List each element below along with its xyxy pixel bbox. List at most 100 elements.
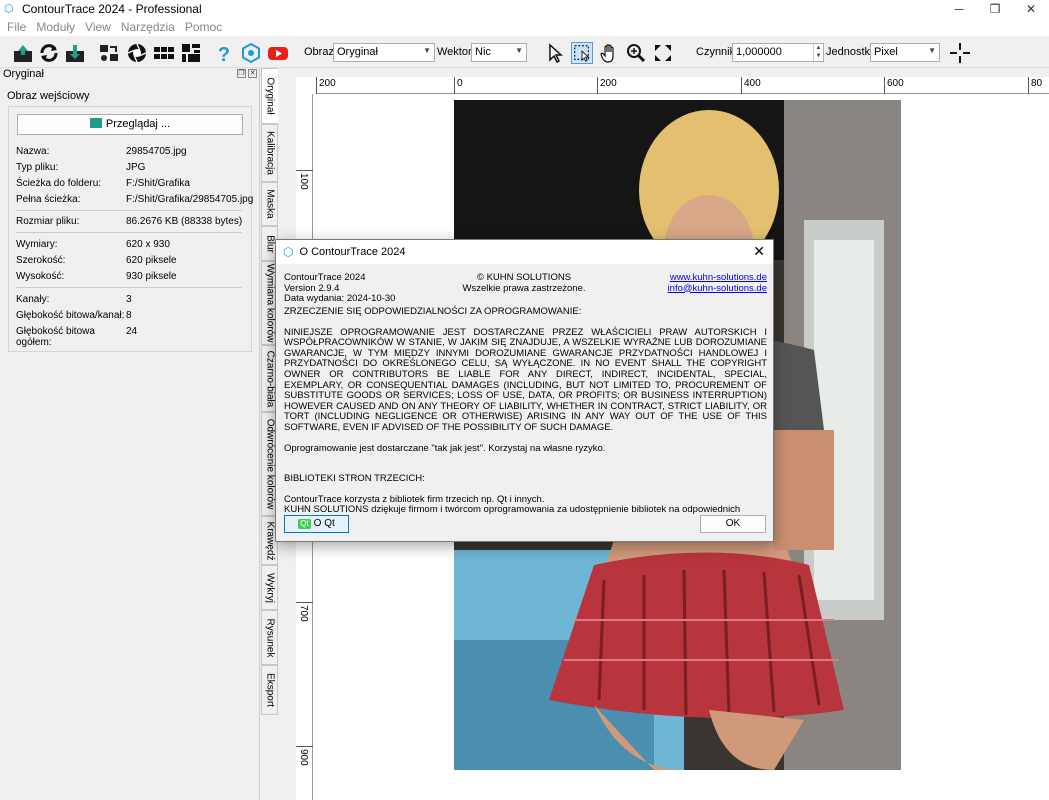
ruler-label: 200 (597, 77, 617, 94)
menu-bar: File Moduły View Narzędzia Pomoc (0, 18, 1049, 36)
menu-help[interactable]: Pomoc (180, 20, 227, 34)
open-image-icon[interactable] (12, 42, 34, 64)
hand-icon[interactable] (598, 42, 620, 64)
grid-icon[interactable] (153, 42, 175, 64)
email-link[interactable]: info@kuhn-solutions.de (668, 283, 767, 294)
disclaimer-text: NINIEJSZE OPROGRAMOWANIE JEST DOSTARCZAN… (284, 326, 767, 433)
dialog-content: ContourTrace 2024 Version 2.9.4 Data wyd… (284, 272, 767, 527)
dialog-close-icon[interactable]: ✕ (753, 243, 765, 260)
ruler-tick: 700 (296, 602, 313, 622)
prop-row: Głębokość bitowa ogółem: 24 (16, 326, 137, 348)
prop-key: Ścieżka do folderu: (16, 178, 102, 189)
website-link[interactable]: www.kuhn-solutions.de (670, 272, 767, 283)
title-bar: ⬡ ContourTrace 2024 - Professional ─ ❐ ✕ (0, 0, 1049, 18)
obraz-select[interactable]: Oryginał ▼ (333, 43, 435, 62)
third-party-thanks: KUHN SOLUTIONS dziękuje firmom i twórcom… (284, 504, 741, 525)
minimize-button[interactable]: ─ (941, 0, 977, 18)
release-date: Data wydania: 2024-10-30 (284, 293, 396, 305)
chevron-down-icon: ▼ (423, 46, 431, 55)
qt-logo-icon: Qt (298, 519, 311, 529)
panel-subtitle: Obraz wejściowy (7, 90, 90, 102)
chevron-down-icon: ▼ (928, 46, 936, 55)
as-is-notice: Oprogramowanie jest dostarczane "tak jak… (284, 442, 606, 454)
prop-row: Pełna ścieżka: F:/Shit/Grafika/29854705.j… (16, 194, 253, 205)
fit-icon[interactable] (652, 42, 674, 64)
browse-button[interactable]: Przeglądaj ... (17, 114, 243, 135)
contourtrace-icon[interactable] (240, 42, 262, 64)
menu-file[interactable]: File (2, 20, 31, 34)
refresh-icon[interactable] (38, 42, 60, 64)
prop-key: Kanały: (16, 294, 50, 305)
prop-row: Głębokość bitowa/kanał: 8 (16, 310, 132, 321)
tab-label: Rysunek (264, 618, 275, 657)
ruler-label: 80 (1028, 77, 1042, 94)
ok-button[interactable]: OK (700, 515, 766, 533)
youtube-icon[interactable] (267, 42, 289, 64)
prop-row: Wysokość: 930 piksele (16, 271, 177, 282)
prop-key: Głębokość bitowa ogółem: (16, 326, 95, 348)
rights-reserved: Wszelkie prawa zastrzeżone. (462, 282, 586, 294)
pointer-icon[interactable] (544, 42, 566, 64)
prop-key: Wymiary: (16, 239, 58, 250)
prop-key: Wysokość: (16, 271, 65, 282)
ruler-label: 100 (298, 173, 309, 190)
qr-icon[interactable] (180, 42, 202, 64)
wektor-select-value: Nic (475, 46, 491, 58)
zoom-icon[interactable] (625, 42, 647, 64)
help-icon[interactable]: ? (213, 42, 235, 64)
jednostka-select-value: Pixel (874, 46, 898, 58)
batch-icon[interactable] (98, 42, 120, 64)
menu-tools[interactable]: Narzędzia (116, 20, 180, 34)
maximize-button[interactable]: ❐ (977, 0, 1013, 18)
dialog-title: O ContourTrace 2024 (299, 246, 406, 258)
tab-export[interactable]: Eksport (261, 665, 278, 715)
select-rect-icon[interactable] (571, 42, 593, 64)
tab-original[interactable]: Oryginał (261, 68, 278, 124)
prop-value: F:/Shit/Grafika/29854705.jpg (126, 194, 254, 205)
prop-value: 3 (126, 294, 132, 305)
wektor-label: Wektor: (437, 46, 475, 58)
divider (16, 232, 242, 233)
tab-label: Blur (264, 234, 275, 253)
prop-row: Rozmiar pliku: 86.2676 KB (88338 bytes) (16, 216, 242, 227)
prop-value: 620 x 930 (126, 239, 170, 250)
menu-view[interactable]: View (80, 20, 116, 34)
prop-value: 620 piksele (126, 255, 177, 266)
jednostka-select[interactable]: Pixel ▼ (870, 43, 940, 62)
ruler-label: 200 (316, 77, 336, 94)
tab-drawing[interactable]: Rysunek (261, 610, 278, 665)
save-image-icon[interactable] (64, 42, 86, 64)
crosshair-icon[interactable] (949, 42, 971, 64)
aperture-icon[interactable] (126, 42, 148, 64)
chevron-down-icon: ▼ (515, 46, 523, 55)
toolbar: ? Obraz: Oryginał ▼ Wektor: Nic ▼ Czynni… (0, 38, 1049, 68)
prop-value: JPG (126, 162, 146, 173)
tab-mask[interactable]: Maska (261, 182, 278, 226)
window-title: ContourTrace 2024 - Professional (22, 2, 202, 16)
menu-modules[interactable]: Moduły (31, 20, 80, 34)
tab-label: Eksport (264, 673, 275, 707)
ruler-label: 0 (454, 77, 463, 94)
prop-key: Głębokość bitowa/kanał: (16, 310, 125, 321)
ruler-label: 400 (741, 77, 761, 94)
tab-label: Wymiana kolorów (264, 263, 275, 343)
tab-calibration[interactable]: Kalibracja (261, 124, 278, 182)
close-panel-icon[interactable]: ✕ (248, 69, 257, 78)
float-panel-icon[interactable]: ❐ (237, 69, 246, 78)
contourtrace-logo-icon: ⬡ (4, 3, 14, 15)
tab-label: Wykryj (264, 572, 275, 603)
about-qt-button[interactable]: Qt O Qt (284, 515, 349, 533)
prop-row: Wymiary: 620 x 930 (16, 239, 170, 250)
open-image-icon (89, 118, 102, 128)
ruler-label: 600 (884, 77, 904, 94)
ruler-label: 900 (298, 749, 309, 766)
prop-row: Ścieżka do folderu: F:/Shit/Grafika (16, 178, 190, 189)
prop-row: Nazwa: 29854705.jpg (16, 146, 187, 157)
tab-label: Krawędź (264, 521, 275, 560)
close-button[interactable]: ✕ (1013, 0, 1049, 18)
czynnik-spinbox[interactable]: 1,000000 ▲ ▼ (732, 43, 824, 62)
svg-text:?: ? (218, 44, 230, 64)
spin-arrows-icon[interactable]: ▲ ▼ (813, 44, 823, 61)
wektor-select[interactable]: Nic ▼ (471, 43, 527, 62)
tab-detect[interactable]: Wykryj (261, 565, 278, 610)
